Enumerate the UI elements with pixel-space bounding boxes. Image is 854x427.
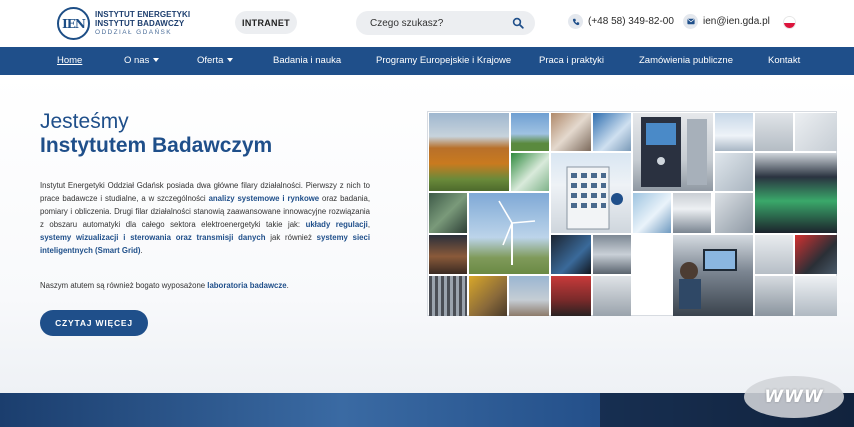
- nav-item-zamowienia[interactable]: Zamówienia publiczne: [639, 47, 733, 75]
- hero-paragraph-1: Instytut Energetyki Oddział Gdańsk posia…: [40, 181, 371, 255]
- photo-yellow-machine: [469, 276, 507, 316]
- photo-transmission-tower: [715, 113, 753, 151]
- photo-scada-screen: [755, 153, 837, 233]
- link-analizy[interactable]: analizy systemowe i rynkowe: [209, 194, 320, 203]
- search-icon[interactable]: [512, 17, 524, 29]
- nav-item-praca[interactable]: Praca i praktyki: [539, 47, 604, 75]
- photo-equipment-rack: [593, 235, 631, 274]
- hero-title-line-2: Instytutem Badawczym: [40, 134, 273, 157]
- caret-down-icon: [153, 58, 160, 63]
- nav-item-home[interactable]: Home: [57, 47, 82, 75]
- main-nav: Home O nas Oferta Badania i nauka Progra…: [0, 47, 854, 75]
- nav-item-programy[interactable]: Programy Europejskie i Krajowe: [376, 47, 511, 75]
- wind-turbine-icon: [498, 200, 536, 265]
- photo-panel-lights: [795, 113, 837, 151]
- hero-paragraph-2: Naszym atutem są również bogato wyposażo…: [40, 281, 289, 290]
- nav-item-o-nas[interactable]: O nas: [124, 47, 160, 75]
- link-uklady-regulacji[interactable]: układy regulacji: [306, 220, 368, 229]
- nav-item-oferta[interactable]: Oferta: [197, 47, 234, 75]
- logo[interactable]: IEN INSTYTUT ENERGETYKI INSTYTUT BADAWCZ…: [57, 7, 190, 40]
- photo-cabinet-row: [755, 113, 793, 151]
- photo-servers: [593, 276, 631, 316]
- pl-flag-icon[interactable]: [783, 16, 796, 29]
- photo-meter-unit: [795, 276, 837, 316]
- envelope-icon: [683, 14, 698, 29]
- photo-control-cabinet-tall: [633, 113, 713, 191]
- photo-lab-blue: [593, 113, 631, 151]
- logo-text: INSTYTUT ENERGETYKI INSTYTUT BADAWCZY OD…: [95, 10, 190, 37]
- email-contact[interactable]: ien@ien.gda.pl: [683, 14, 770, 29]
- nav-item-kontakt[interactable]: Kontakt: [768, 47, 800, 75]
- intranet-button[interactable]: INTRANET: [235, 11, 297, 34]
- photo-monitors-dark: [551, 235, 591, 274]
- caret-down-icon: [227, 58, 234, 63]
- photo-substation: [429, 276, 467, 316]
- photo-lab-screens: [715, 153, 753, 191]
- search-box: [356, 11, 535, 35]
- header: IEN INSTYTUT ENERGETYKI INSTYTUT BADAWCZ…: [0, 0, 854, 47]
- photo-electric-panel: [673, 193, 711, 233]
- phone-icon: [568, 14, 583, 29]
- nav-item-badania[interactable]: Badania i nauka: [273, 47, 341, 75]
- email-address: ien@ien.gda.pl: [703, 16, 770, 27]
- logo-line-3: ODDZIAŁ GDAŃSK: [95, 29, 173, 36]
- photo-city-night: [429, 235, 467, 274]
- www-badge: WWW: [744, 376, 844, 418]
- photo-office-worker: [551, 113, 591, 151]
- building-icon: [566, 166, 623, 230]
- read-more-button[interactable]: CZYTAJ WIĘCEJ: [40, 310, 148, 336]
- photo-institute-building: [551, 153, 631, 233]
- photo-green-lab: [511, 153, 549, 191]
- photo-building-tall: [509, 276, 549, 316]
- photo-power-line: [511, 113, 549, 151]
- phone-number: (+48 58) 349-82-00: [588, 16, 674, 27]
- photo-red-panel: [551, 276, 591, 316]
- photo-blueprint: [633, 193, 671, 233]
- photo-turbine-hall: [429, 193, 467, 233]
- hero-title-line-1: Jesteśmy: [40, 110, 129, 133]
- link-laboratoria[interactable]: laboratoria badawcze: [207, 281, 286, 290]
- monitor-icon: [679, 249, 737, 309]
- logo-mark-icon: IEN: [57, 7, 90, 40]
- search-input[interactable]: [370, 17, 510, 29]
- photo-collage: [427, 111, 837, 316]
- photo-device-closeup: [715, 193, 753, 233]
- photo-autumn-tree: [429, 113, 509, 191]
- photo-wind-turbine: [469, 193, 549, 274]
- photo-operator-desk: [673, 235, 753, 316]
- cabinet-icon: [641, 117, 707, 187]
- photo-wiring-red: [795, 235, 837, 274]
- logo-line-2: INSTYTUT BADAWCZY: [95, 19, 185, 28]
- link-systemy-wizualizacji[interactable]: systemy wizualizacji i sterowania oraz t…: [40, 233, 265, 242]
- logo-line-1: INSTYTUT ENERGETYKI: [95, 10, 191, 19]
- phone-contact[interactable]: (+48 58) 349-82-00: [568, 14, 674, 29]
- next-section-strip: [0, 393, 854, 427]
- photo-relay-module: [755, 235, 793, 274]
- photo-rack-detail: [755, 276, 793, 316]
